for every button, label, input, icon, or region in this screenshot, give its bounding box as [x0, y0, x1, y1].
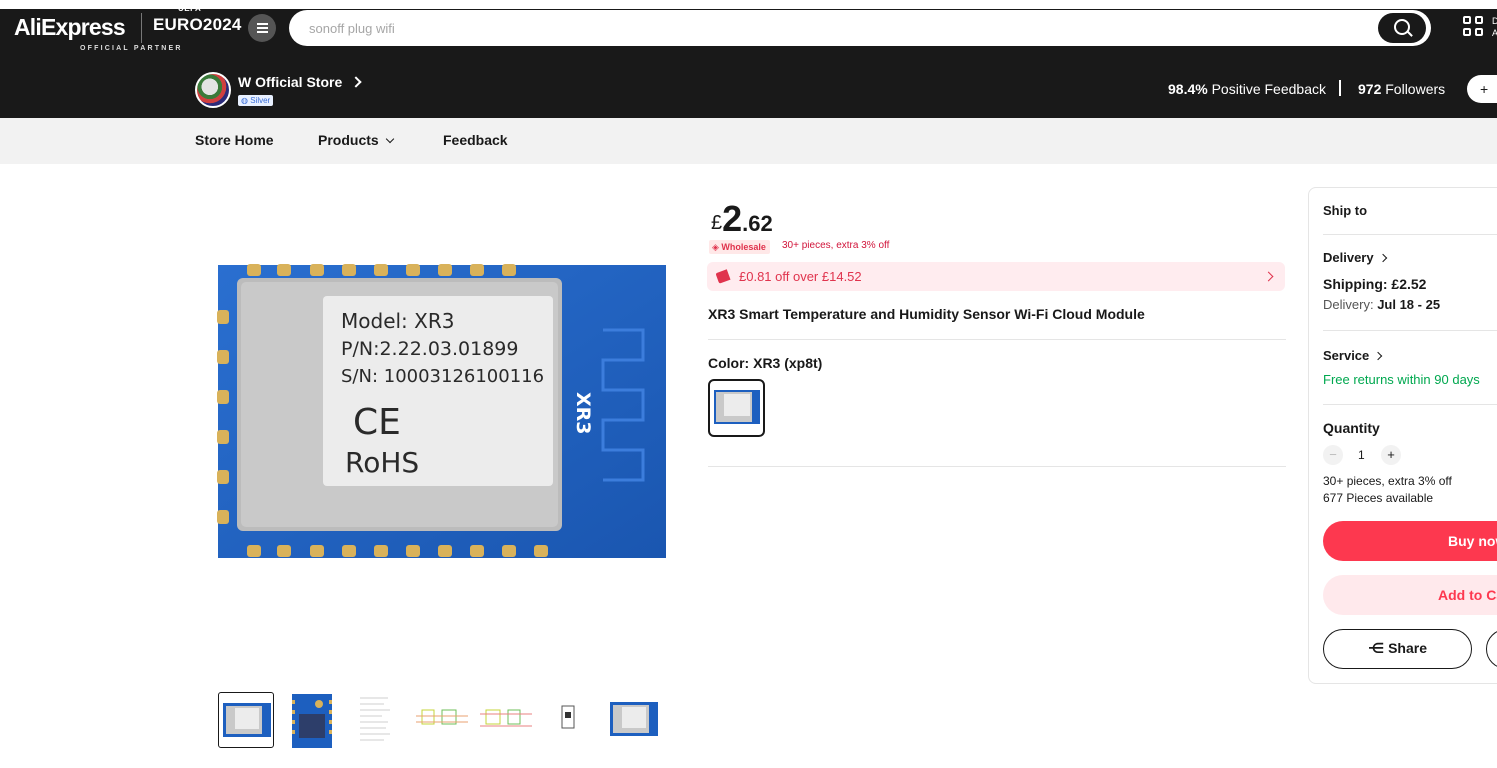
thumbnail-1[interactable] [218, 692, 274, 748]
followers-stat: 972 Followers [1358, 81, 1446, 97]
search-button[interactable] [1378, 13, 1426, 43]
divider [708, 339, 1286, 340]
euro2024-logo: EURO2024 [153, 15, 242, 34]
shipping-cost: Shipping: £2.52 [1323, 276, 1427, 292]
share-button[interactable]: ⋲ Share [1323, 629, 1472, 669]
store-name-link[interactable]: W Official Store [238, 74, 342, 90]
top-strip [0, 0, 1497, 9]
coupon-text: £0.81 off over £14.52 [739, 269, 862, 284]
ship-to-label[interactable]: Ship to [1323, 203, 1367, 218]
thumbnail-2[interactable] [289, 692, 345, 748]
product-price: £2.62 [711, 198, 773, 239]
aliexpress-logo[interactable]: AliExpress [14, 14, 126, 41]
thumbnail-7[interactable] [606, 692, 662, 748]
label-rohs-text: RoHS [345, 446, 419, 479]
follow-button[interactable]: + [1467, 75, 1497, 103]
quantity-label: Quantity [1323, 420, 1380, 436]
chevron-down-icon [385, 134, 394, 144]
board-xr3-text: XR3 [572, 392, 594, 435]
official-partner-label: OFFICIAL PARTNER [80, 45, 183, 52]
chevron-right-icon[interactable] [350, 76, 362, 88]
search-input[interactable] [309, 10, 1369, 46]
search-bar [289, 10, 1431, 46]
app-download-label[interactable]: D A [1492, 15, 1497, 39]
thumbnail-5[interactable] [478, 692, 534, 748]
chevron-right-icon [1378, 253, 1387, 263]
quantity-minus-button[interactable]: − [1323, 445, 1343, 465]
quantity-value[interactable]: 1 [1358, 448, 1365, 462]
free-returns-text: Free returns within 90 days [1323, 372, 1480, 387]
label-sn-text: S/N: 10003126100116 [341, 366, 544, 387]
delivery-date: Delivery: Jul 18 - 25 [1323, 297, 1441, 312]
pieces-available-text: 677 Pieces available [1323, 491, 1434, 505]
label-pn-text: P/N:2.22.03.01899 [341, 338, 518, 360]
nav-products[interactable]: Products [318, 132, 394, 148]
thumbnail-6[interactable] [540, 692, 596, 748]
coupon-tag-icon [715, 269, 731, 284]
wholesale-badge: ◈ Wholesale [709, 240, 770, 254]
bulk-discount-text: 30+ pieces, extra 3% off [1323, 474, 1452, 488]
coupon-banner[interactable]: £0.81 off over £14.52 [707, 262, 1285, 291]
uefa-label: UEFA [178, 4, 202, 13]
divider [1323, 234, 1497, 235]
delivery-label[interactable]: Delivery [1323, 250, 1387, 265]
store-avatar[interactable] [195, 72, 231, 108]
stat-separator [1339, 80, 1341, 96]
chevron-right-icon [1263, 271, 1274, 282]
quantity-plus-button[interactable]: + [1381, 445, 1401, 465]
buy-now-button[interactable]: Buy now [1323, 521, 1497, 561]
wholesale-text: 30+ pieces, extra 3% off [782, 240, 890, 251]
thumbnail-3[interactable] [354, 692, 410, 748]
store-nav: Store Home Products Feedback [0, 118, 1497, 164]
positive-feedback-stat: 98.4% Positive Feedback [1168, 81, 1326, 97]
share-icon: ⋲ [1367, 640, 1385, 656]
divider [1323, 404, 1497, 405]
product-title: XR3 Smart Temperature and Humidity Senso… [708, 306, 1145, 322]
chevron-right-icon [1374, 351, 1383, 361]
divider [1323, 330, 1497, 331]
divider [708, 466, 1286, 467]
thumbnail-4[interactable] [414, 692, 470, 748]
service-label[interactable]: Service [1323, 348, 1383, 363]
top-header: AliExpress UEFA EURO2024 OFFICIAL PARTNE… [0, 0, 1497, 118]
nav-feedback[interactable]: Feedback [443, 132, 508, 148]
silver-badge: ◍ Silver [238, 95, 274, 106]
label-model-text: Model: XR3 [341, 309, 454, 333]
qr-code-icon[interactable] [1463, 16, 1485, 38]
color-swatch-xr3[interactable] [708, 379, 765, 437]
nav-store-home[interactable]: Store Home [195, 132, 274, 148]
color-label: Color: XR3 (xp8t) [708, 355, 823, 371]
menu-icon[interactable] [248, 14, 276, 42]
main-product-image[interactable]: Model: XR3 P/N:2.22.03.01899 S/N: 100031… [213, 200, 683, 620]
logo-separator [141, 13, 142, 43]
add-to-cart-button[interactable]: Add to Cart [1323, 575, 1497, 615]
label-ce-text: CE [353, 402, 401, 443]
